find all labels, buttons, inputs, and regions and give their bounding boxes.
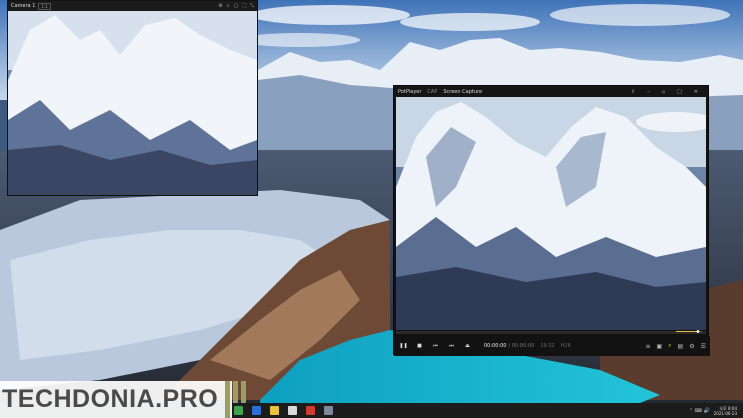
watermark-logo: TECHDONIA.PRO <box>0 381 247 418</box>
app-icon-yellow[interactable] <box>270 406 279 415</box>
system-tray-icons[interactable]: ⌃ ⌨ 🔊 <box>689 408 710 414</box>
current-time: 00:00:00 <box>484 343 507 349</box>
restore-icon[interactable]: ▫ <box>662 89 665 95</box>
fullscreen-icon[interactable]: ⛶ <box>242 3 246 9</box>
fit-icon[interactable]: ▢ <box>234 3 239 9</box>
video-area[interactable] <box>396 97 706 330</box>
player-controls: ❚❚ ■ ⏮ ⏭ ⏏ 00:00:00 / 00:00:00 19:32 H26… <box>394 336 710 356</box>
potplayer-titlebar[interactable]: PotPlayer CAP Screen Capture ⇧ – ▫ □ ✕ <box>394 86 708 97</box>
app-name[interactable]: PotPlayer <box>398 89 421 95</box>
search-icon[interactable]: ⌕ <box>668 342 671 350</box>
camera-window-title: Camera 1 <box>11 3 36 9</box>
camera-window[interactable]: Camera 1 1:1 ⚙ ⌕ ▢ ⛶ ⤡ <box>7 0 258 196</box>
zoom-icon[interactable]: ⌕ <box>227 3 230 9</box>
menu-icon[interactable]: ☰ <box>701 343 706 350</box>
pause-icon[interactable]: ❚❚ <box>398 341 409 352</box>
camera-aspect-tag[interactable]: 1:1 <box>38 2 51 10</box>
settings-icon[interactable]: ⚙ <box>689 343 694 350</box>
app-icon-notes[interactable] <box>288 406 297 415</box>
codec-badge: H26 <box>560 343 571 349</box>
taskbar: ⌃ ⌨ 🔊 오후 8:04 2021-06-23 <box>232 403 743 418</box>
app-icon-red[interactable] <box>306 406 315 415</box>
store-icon[interactable] <box>324 406 333 415</box>
playlist-icon[interactable]: ▤ <box>678 343 684 350</box>
total-time: / 00:00:00 <box>508 343 535 349</box>
minimize-icon[interactable]: – <box>647 89 650 95</box>
app-icon-blue[interactable] <box>252 406 261 415</box>
menu-screen-capture[interactable]: Screen Capture <box>443 89 482 95</box>
camera-window-titlebar[interactable]: Camera 1 1:1 ⚙ ⌕ ▢ ⛶ ⤡ <box>8 1 257 11</box>
capture-icon[interactable]: ▣ <box>657 343 663 350</box>
seek-bar[interactable] <box>396 331 706 334</box>
potplayer-window[interactable]: PotPlayer CAP Screen Capture ⇧ – ▫ □ ✕ ❚… <box>393 85 710 356</box>
equalizer-icon[interactable]: ≡ <box>645 343 650 350</box>
watermark-text: TECHDONIA.PRO <box>2 385 219 413</box>
maximize-icon[interactable]: □ <box>677 89 682 95</box>
clock[interactable]: 오후 8:04 2021-06-23 <box>714 406 737 416</box>
clock-date: 2021-06-23 <box>713 410 737 416</box>
volume-slider[interactable] <box>676 330 702 333</box>
next-icon[interactable]: ⏭ <box>446 341 457 352</box>
close-icon[interactable]: ✕ <box>694 89 698 95</box>
menu-cap[interactable]: CAP <box>427 89 437 95</box>
eject-icon[interactable]: ⏏ <box>462 341 473 352</box>
stop-icon[interactable]: ■ <box>414 341 425 352</box>
extra-time: 19:32 <box>540 343 555 349</box>
previous-icon[interactable]: ⏮ <box>430 341 441 352</box>
pin-icon[interactable]: ⤡ <box>250 3 254 9</box>
app-icon-green[interactable] <box>234 406 243 415</box>
pin-icon[interactable]: ⇧ <box>631 89 635 95</box>
settings-icon[interactable]: ⚙ <box>218 3 222 9</box>
